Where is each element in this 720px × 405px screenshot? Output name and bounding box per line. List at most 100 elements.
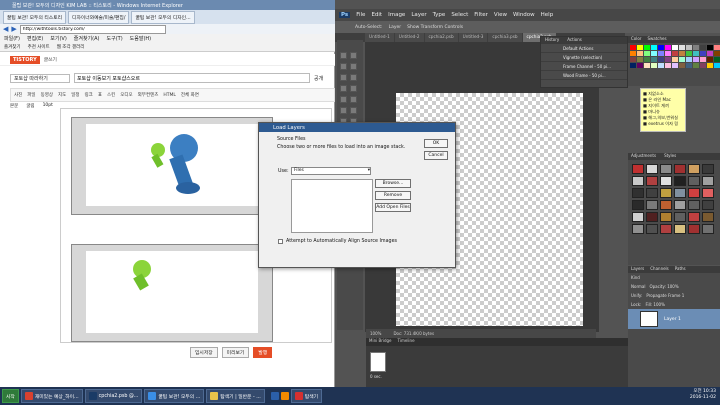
- color-swatch[interactable]: [672, 45, 678, 50]
- style-preset[interactable]: [688, 164, 700, 174]
- taskbar-item-chrome[interactable]: 재미있는 예상_하이...: [20, 389, 83, 403]
- color-swatch[interactable]: [651, 57, 657, 62]
- style-preset[interactable]: [702, 212, 714, 222]
- color-swatch[interactable]: [637, 63, 643, 68]
- color-swatch[interactable]: [672, 63, 678, 68]
- menu-file[interactable]: File: [356, 12, 365, 18]
- color-swatch[interactable]: [658, 63, 664, 68]
- move-tool-icon[interactable]: [340, 52, 347, 59]
- color-swatch[interactable]: [665, 63, 671, 68]
- style-preset[interactable]: [646, 176, 658, 186]
- color-swatch[interactable]: [672, 51, 678, 56]
- auto-select-dropdown[interactable]: Layer: [389, 25, 402, 30]
- color-swatch[interactable]: [665, 45, 671, 50]
- color-swatch[interactable]: [630, 51, 636, 56]
- layer-kind-filter[interactable]: Kind: [631, 275, 640, 280]
- gradient-tool-icon[interactable]: [350, 107, 357, 114]
- toolbar-photo[interactable]: 사진: [14, 92, 22, 98]
- history-tab[interactable]: History: [545, 37, 559, 44]
- style-preset[interactable]: [688, 188, 700, 198]
- style-preset[interactable]: [660, 212, 672, 222]
- color-swatch[interactable]: [714, 63, 720, 68]
- use-select[interactable]: Files ▾: [291, 167, 371, 175]
- toolbar-audio[interactable]: 오디오: [120, 92, 132, 98]
- ok-button[interactable]: OK: [424, 139, 448, 148]
- eyedropper-tool-icon[interactable]: [350, 74, 357, 81]
- color-swatch[interactable]: [665, 51, 671, 56]
- menu-window[interactable]: Window: [513, 12, 535, 18]
- layers-tab[interactable]: Layers: [631, 266, 644, 273]
- swatches-tab[interactable]: Swatches: [647, 36, 666, 43]
- font-size-select[interactable]: 10pt: [43, 103, 53, 109]
- favorites-item[interactable]: 추천 사이트: [28, 44, 50, 50]
- stamp-tool-icon[interactable]: [340, 96, 347, 103]
- color-swatch[interactable]: [637, 45, 643, 50]
- taskbar-item-explorer-2[interactable]: 탐색기: [290, 389, 323, 403]
- style-preset[interactable]: [660, 164, 672, 174]
- action-item[interactable]: Vignette (selection): [541, 53, 627, 62]
- menu-image[interactable]: Image: [388, 12, 405, 18]
- add-open-files-button[interactable]: Add Open Files: [375, 203, 411, 212]
- crop-tool-icon[interactable]: [340, 74, 347, 81]
- forward-icon[interactable]: ▶: [11, 25, 16, 33]
- action-item[interactable]: Default Actions: [541, 44, 627, 53]
- file-list[interactable]: [291, 179, 373, 233]
- taskbar-item-explorer[interactable]: 탐색기 | 일반운 - ...: [206, 389, 265, 403]
- style-preset[interactable]: [660, 224, 672, 234]
- style-preset[interactable]: [632, 188, 644, 198]
- start-button[interactable]: 시작: [2, 389, 19, 403]
- menu-type[interactable]: Type: [433, 12, 446, 18]
- style-preset[interactable]: [688, 176, 700, 186]
- browse-button[interactable]: Browse...: [375, 179, 411, 188]
- cancel-button[interactable]: Cancel: [424, 151, 448, 160]
- toolbar-video[interactable]: 동영상: [41, 92, 53, 98]
- menu-select[interactable]: Select: [451, 12, 468, 18]
- color-swatch[interactable]: [700, 57, 706, 62]
- action-item[interactable]: Frame Channel - 50 pi...: [541, 62, 627, 71]
- style-preset[interactable]: [632, 212, 644, 222]
- frame-delay[interactable]: 0 sec.: [370, 374, 382, 379]
- toolbar-table[interactable]: 표: [98, 92, 102, 98]
- doc-tab[interactable]: Untitled-2: [394, 33, 424, 42]
- menu-help[interactable]: Help: [541, 12, 554, 18]
- color-swatch[interactable]: [637, 51, 643, 56]
- style-preset[interactable]: [702, 164, 714, 174]
- style-preset[interactable]: [674, 212, 686, 222]
- color-swatch[interactable]: [714, 45, 720, 50]
- color-swatch[interactable]: [637, 57, 643, 62]
- healing-tool-icon[interactable]: [340, 85, 347, 92]
- menu-edit[interactable]: Edit: [371, 12, 382, 18]
- toolbar-link[interactable]: 링크: [85, 92, 93, 98]
- marquee-tool-icon[interactable]: [350, 52, 357, 59]
- menu-filter[interactable]: Filter: [474, 12, 488, 18]
- color-swatch[interactable]: [651, 51, 657, 56]
- browser-tab[interactable]: 디자이너와예술/미술/편집/: [68, 11, 130, 24]
- style-preset[interactable]: [674, 200, 686, 210]
- color-swatch[interactable]: [672, 57, 678, 62]
- mini-bridge-tab[interactable]: Mini Bridge: [369, 338, 392, 346]
- toolbar-fullscreen[interactable]: 전체 화면: [181, 92, 199, 98]
- color-swatch[interactable]: [707, 63, 713, 68]
- style-preset[interactable]: [646, 224, 658, 234]
- font-family-select[interactable]: 굴림: [26, 103, 34, 109]
- style-preset[interactable]: [702, 188, 714, 198]
- style-preset[interactable]: [660, 200, 672, 210]
- color-swatch[interactable]: [693, 51, 699, 56]
- menu-edit[interactable]: 편집(E): [27, 35, 43, 42]
- style-preset[interactable]: [702, 224, 714, 234]
- quick-select-tool-icon[interactable]: [350, 63, 357, 70]
- category-select[interactable]: 포토샵 따라하기: [10, 73, 70, 83]
- color-swatch[interactable]: [707, 51, 713, 56]
- channels-tab[interactable]: Channels: [650, 266, 669, 273]
- color-swatch[interactable]: [679, 45, 685, 50]
- color-swatch[interactable]: [630, 63, 636, 68]
- favorites-star[interactable]: 즐겨찾기: [4, 44, 21, 50]
- color-swatch[interactable]: [651, 45, 657, 50]
- show-transform-checkbox[interactable]: Show Transform Controls: [407, 25, 463, 30]
- color-swatch[interactable]: [658, 51, 664, 56]
- post-title-input[interactable]: [74, 73, 310, 83]
- back-icon[interactable]: ◀: [3, 25, 8, 33]
- color-swatch[interactable]: [665, 57, 671, 62]
- tistory-logo[interactable]: TISTORY: [10, 55, 40, 64]
- menu-file[interactable]: 파일(F): [4, 35, 20, 42]
